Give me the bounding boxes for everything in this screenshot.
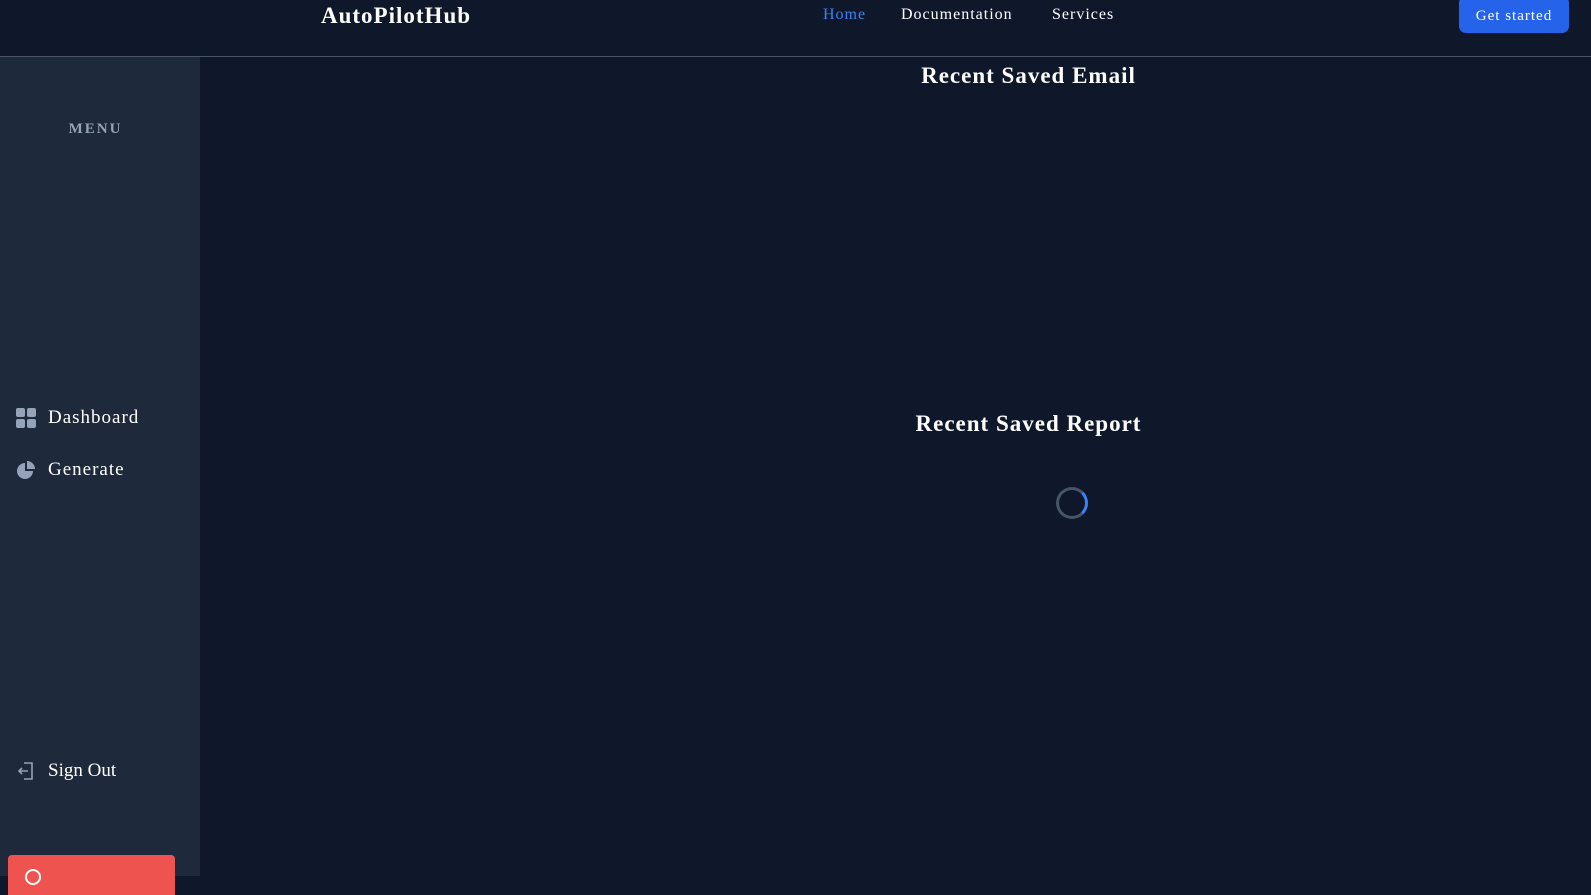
- sidebar-item-label: Generate: [48, 459, 125, 480]
- sidebar-menu-heading: MENU: [68, 121, 123, 137]
- sidebar-item-dashboard[interactable]: Dashboard: [16, 407, 139, 429]
- grid-icon: [16, 408, 36, 428]
- nav-link-services[interactable]: Services: [1052, 6, 1114, 24]
- recent-saved-report-heading: Recent Saved Report: [915, 411, 1142, 436]
- recent-saved-email-heading: Recent Saved Email: [921, 63, 1136, 88]
- sidebar-item-label: Sign Out: [48, 760, 117, 781]
- nav-link-home[interactable]: Home: [823, 6, 866, 24]
- sign-out-icon: [16, 761, 36, 781]
- nav-link-documentation[interactable]: Documentation: [901, 6, 1013, 24]
- sidebar-item-sign-out[interactable]: Sign Out: [16, 760, 116, 782]
- sidebar: MENU Dashboard Generate Sign Out: [0, 57, 200, 895]
- help-button[interactable]: [8, 855, 175, 895]
- get-started-button[interactable]: Get started: [1459, 0, 1569, 33]
- sidebar-item-label: Dashboard: [48, 407, 140, 428]
- sidebar-item-generate[interactable]: Generate: [16, 459, 125, 481]
- top-navbar: AutoPilotHub Home Documentation Services…: [0, 0, 1591, 57]
- brand-logo[interactable]: AutoPilotHub: [321, 3, 471, 29]
- help-icon: [25, 869, 41, 885]
- pie-chart-icon: [16, 460, 36, 480]
- loading-spinner-icon: [1056, 487, 1088, 519]
